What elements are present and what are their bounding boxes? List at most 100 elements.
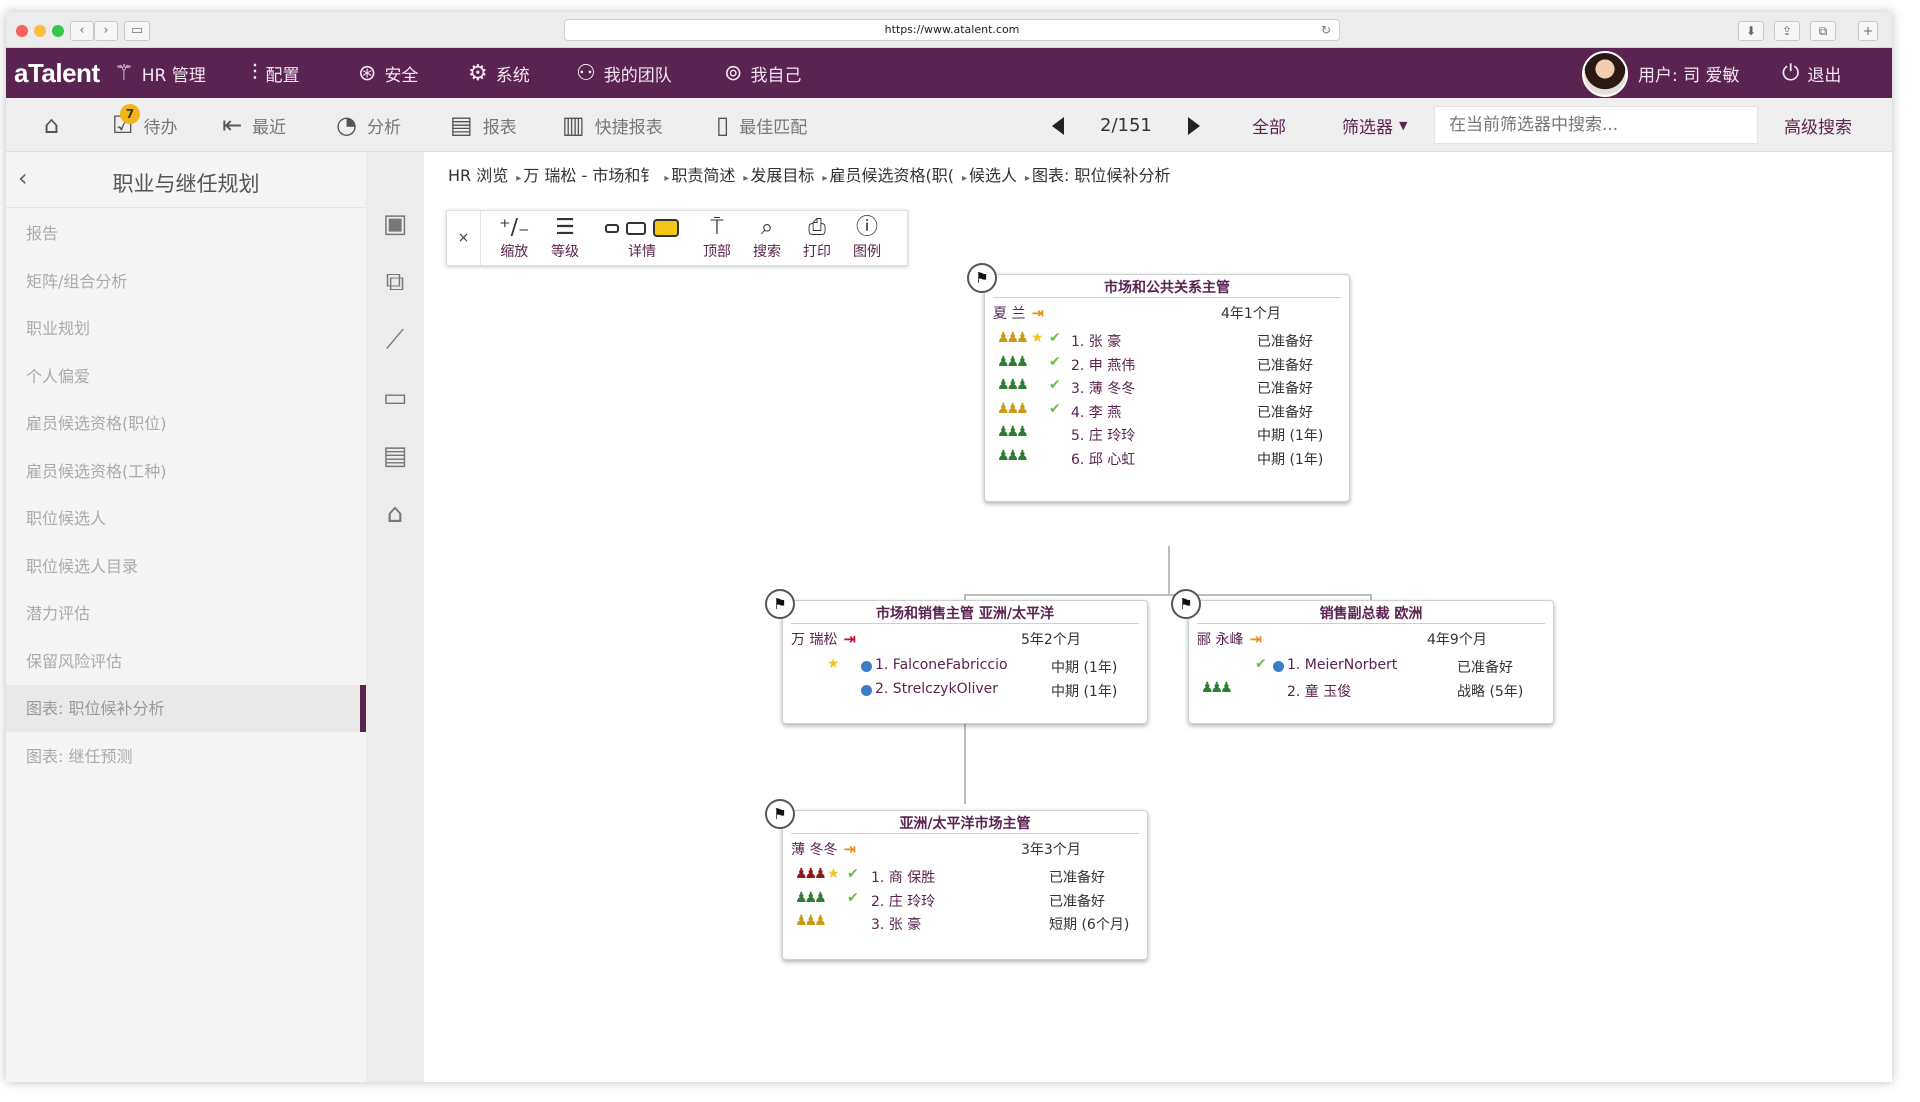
filter-all-button[interactable]: 全部 — [1252, 98, 1286, 152]
zoom-tool[interactable]: ⁺∕₋ 缩放 — [499, 215, 530, 261]
org-node-right[interactable]: ⚑ 销售副总裁 欧洲郦 永峰 ⇥ 4年9个月 ✔ 1. MeierNorbert 已准备好 ♟… — [1171, 589, 1554, 724]
sidebar-item[interactable]: 个人偏爱 — [6, 353, 366, 400]
graduation-cap-icon[interactable]: ⌂ — [366, 494, 424, 534]
candidate-row[interactable]: ♟♟♟ 5. 庄 玲玲 中期 (1年) — [993, 423, 1341, 445]
candidate-row[interactable]: ♟♟♟ ★ ✔ 1. 张 豪 已准备好 — [993, 329, 1341, 351]
quick-reports-button[interactable]: ▥ 快捷报表 — [562, 98, 663, 152]
advanced-search-button[interactable]: 高级搜索 — [1784, 98, 1852, 152]
gear-icon: ⚙ — [468, 60, 488, 86]
share-icon[interactable]: ⇪ — [1774, 21, 1800, 41]
caret-down-icon: ▼ — [1399, 118, 1408, 132]
next-record-icon[interactable] — [1188, 117, 1200, 135]
candidate-name: 1. 张 豪 — [1071, 334, 1122, 350]
org-node-bottom[interactable]: ⚑ 亚洲/太平洋市场主管薄 冬冬 ⇥ 3年3个月 ♟♟♟ ★ ✔ 1. 商 保胜 已准备好 ♟♟♟… — [765, 799, 1148, 960]
sidebar-item[interactable]: 雇员候选资格(职位) — [6, 400, 366, 447]
node-title: 销售副总裁 欧洲 — [1319, 606, 1423, 622]
best-match-button[interactable]: ▯ 最佳匹配 — [716, 98, 807, 152]
copy-icon[interactable]: ⧉ — [366, 262, 424, 302]
print-tool[interactable]: ⎙ 打印 — [803, 215, 831, 261]
breadcrumb-item[interactable]: 图表: 职位候补分析 — [1032, 166, 1170, 185]
candidate-name: 2. StrelczykOliver — [875, 680, 999, 697]
candidate-row[interactable]: ✔ 1. MeierNorbert 已准备好 — [1197, 655, 1545, 677]
menu-config[interactable]: ⫶ 配置 — [252, 48, 300, 98]
candidate-row[interactable]: ♟♟♟ ✔ 4. 李 燕 已准备好 — [993, 400, 1341, 422]
legend-tool[interactable]: ⓘ 图例 — [853, 215, 881, 261]
candidate-name: 3. 薄 冬冬 — [1071, 381, 1136, 398]
url-text: https://www.atalent.com — [884, 23, 1020, 36]
top-tool[interactable]: ⍑ 顶部 — [703, 215, 731, 261]
sidebar-item[interactable]: 图表: 职位候补分析 — [6, 685, 366, 732]
pager-text: 2/151 — [1100, 114, 1152, 136]
menu-myself[interactable]: ⊚ 我自己 — [724, 48, 801, 98]
home-button[interactable]: ⌂ — [44, 98, 59, 152]
breadcrumb-item[interactable]: 候选人 — [969, 166, 1017, 185]
profile-card-icon[interactable]: ▣ — [366, 204, 424, 244]
sidebar-item[interactable]: 矩阵/组合分析 — [6, 258, 366, 305]
close-toolbox-button[interactable]: × — [447, 211, 481, 265]
back-icon[interactable]: ‹ — [70, 21, 94, 41]
org-node-left[interactable]: ⚑ 市场和销售主管 亚洲/太平洋万 瑞松 ⇥ 5年2个月 ★ 1. FalconeFabr… — [765, 589, 1148, 724]
breadcrumb-item[interactable]: 发展目标 — [750, 166, 814, 185]
download-icon[interactable]: ⬇ — [1738, 21, 1764, 41]
candidate-status: 已准备好 — [1049, 870, 1105, 886]
line-chart-icon[interactable]: ⟋ — [366, 320, 424, 360]
breadcrumb-item[interactable]: 雇员候选资格(职( — [829, 166, 954, 185]
reports-button[interactable]: ▤ 报表 — [450, 98, 517, 152]
browser-window: ‹ › ▭ https://www.atalent.com ↻ ⬇ ⇪ ⧉ + … — [6, 12, 1892, 1082]
sidebar-item[interactable]: 报告 — [6, 210, 366, 257]
candidate-row[interactable]: ♟♟♟ ✔ 3. 薄 冬冬 已准备好 — [993, 376, 1341, 398]
candidate-row[interactable]: ♟♟♟ 6. 邱 心虹 中期 (1年) — [993, 447, 1341, 469]
menu-system[interactable]: ⚙ 系统 — [468, 48, 530, 98]
candidate-row[interactable]: 2. StrelczykOliver 中期 (1年) — [791, 679, 1139, 701]
level-tool[interactable]: ☰ 等级 — [551, 215, 579, 261]
menu-label: 安全 — [384, 65, 419, 86]
sidebar-item[interactable]: 职位候选人目录 — [6, 543, 366, 590]
sidebar-item[interactable]: 职业规划 — [6, 305, 366, 352]
candidate-row[interactable]: ♟♟♟ 2. 童 玉俊 战略 (5年) — [1197, 679, 1545, 701]
position-holder[interactable]: 薄 冬冬 ⇥ — [791, 839, 856, 859]
recent-button[interactable]: ⇤ 最近 — [222, 98, 286, 152]
url-bar[interactable]: https://www.atalent.com ↻ — [564, 19, 1340, 41]
candidate-row[interactable]: ♟♟♟ ✔ 2. 庄 玲玲 已准备好 — [791, 889, 1139, 911]
position-holder[interactable]: 万 瑞松 ⇥ — [791, 629, 856, 649]
filter-dropdown[interactable]: 筛选器 ▼ — [1342, 98, 1407, 152]
logout-button[interactable]: ⏻ 退出 — [1782, 48, 1841, 98]
menu-my-team[interactable]: ⚇ 我的团队 — [576, 48, 672, 98]
sidebar-item[interactable]: 保留风险评估 — [6, 638, 366, 685]
sidebar-item[interactable]: 职位候选人 — [6, 495, 366, 542]
position-holder[interactable]: 郦 永峰 ⇥ — [1197, 629, 1262, 649]
forward-icon[interactable]: › — [94, 21, 118, 41]
candidate-name: 1. MeierNorbert — [1287, 657, 1398, 673]
check-icon: ✔ — [1049, 353, 1061, 370]
breadcrumb-item[interactable]: 万 瑞松 - 市场和钅 — [523, 166, 656, 185]
position-holder[interactable]: 夏 兰 ⇥ — [993, 303, 1044, 323]
check-icon: ✔ — [847, 889, 859, 906]
sidebar-item[interactable]: 潜力评估 — [6, 590, 366, 637]
window-icon[interactable]: ▭ — [366, 378, 424, 418]
org-node-top[interactable]: ⚑ 市场和公共关系主管夏 兰 ⇥ 4年1个月 ♟♟♟ ★ ✔ 1. 张 豪已准备好 ♟♟♟ ✔ 2.… — [967, 263, 1350, 502]
analysis-button[interactable]: ◔ 分析 — [336, 98, 401, 152]
candidate-row[interactable]: ♟♟♟ ✔ 2. 申 燕伟 已准备好 — [993, 353, 1341, 375]
reload-icon[interactable]: ↻ — [1321, 20, 1331, 40]
menu-hr-management[interactable]: ⚚ HR 管理 — [114, 48, 206, 98]
new-tab-icon[interactable]: + — [1858, 21, 1878, 41]
tabs-icon[interactable]: ⧉ — [1810, 21, 1836, 41]
prev-record-icon[interactable] — [1052, 117, 1064, 135]
clipboard-list-icon[interactable]: ▤ — [366, 436, 424, 476]
menu-security[interactable]: ⊛ 安全 — [358, 48, 418, 98]
search-input[interactable] — [1434, 106, 1758, 144]
avatar[interactable] — [1582, 51, 1628, 97]
breadcrumb-item[interactable]: HR 浏览 — [448, 166, 508, 185]
close-window-button[interactable] — [16, 25, 28, 37]
zoom-window-button[interactable] — [52, 25, 64, 37]
detail-tool[interactable]: 详情 — [597, 215, 687, 261]
breadcrumb-item[interactable]: 职责简述 — [671, 166, 735, 185]
candidate-row[interactable]: ♟♟♟ ★ ✔ 1. 商 保胜 已准备好 — [791, 865, 1139, 887]
candidate-row[interactable]: ★ 1. FalconeFabriccio 中期 (1年) — [791, 655, 1139, 677]
sidebar-item[interactable]: 图表: 继任预测 — [6, 733, 366, 780]
candidate-row[interactable]: ♟♟♟ 3. 张 豪 短期 (6个月) — [791, 912, 1139, 934]
minimize-window-button[interactable] — [34, 25, 46, 37]
sidebar-item[interactable]: 雇员候选资格(工种) — [6, 448, 366, 495]
search-tool[interactable]: ⌕ 搜索 — [753, 215, 781, 261]
sidebar-toggle-icon[interactable]: ▭ — [124, 21, 150, 41]
